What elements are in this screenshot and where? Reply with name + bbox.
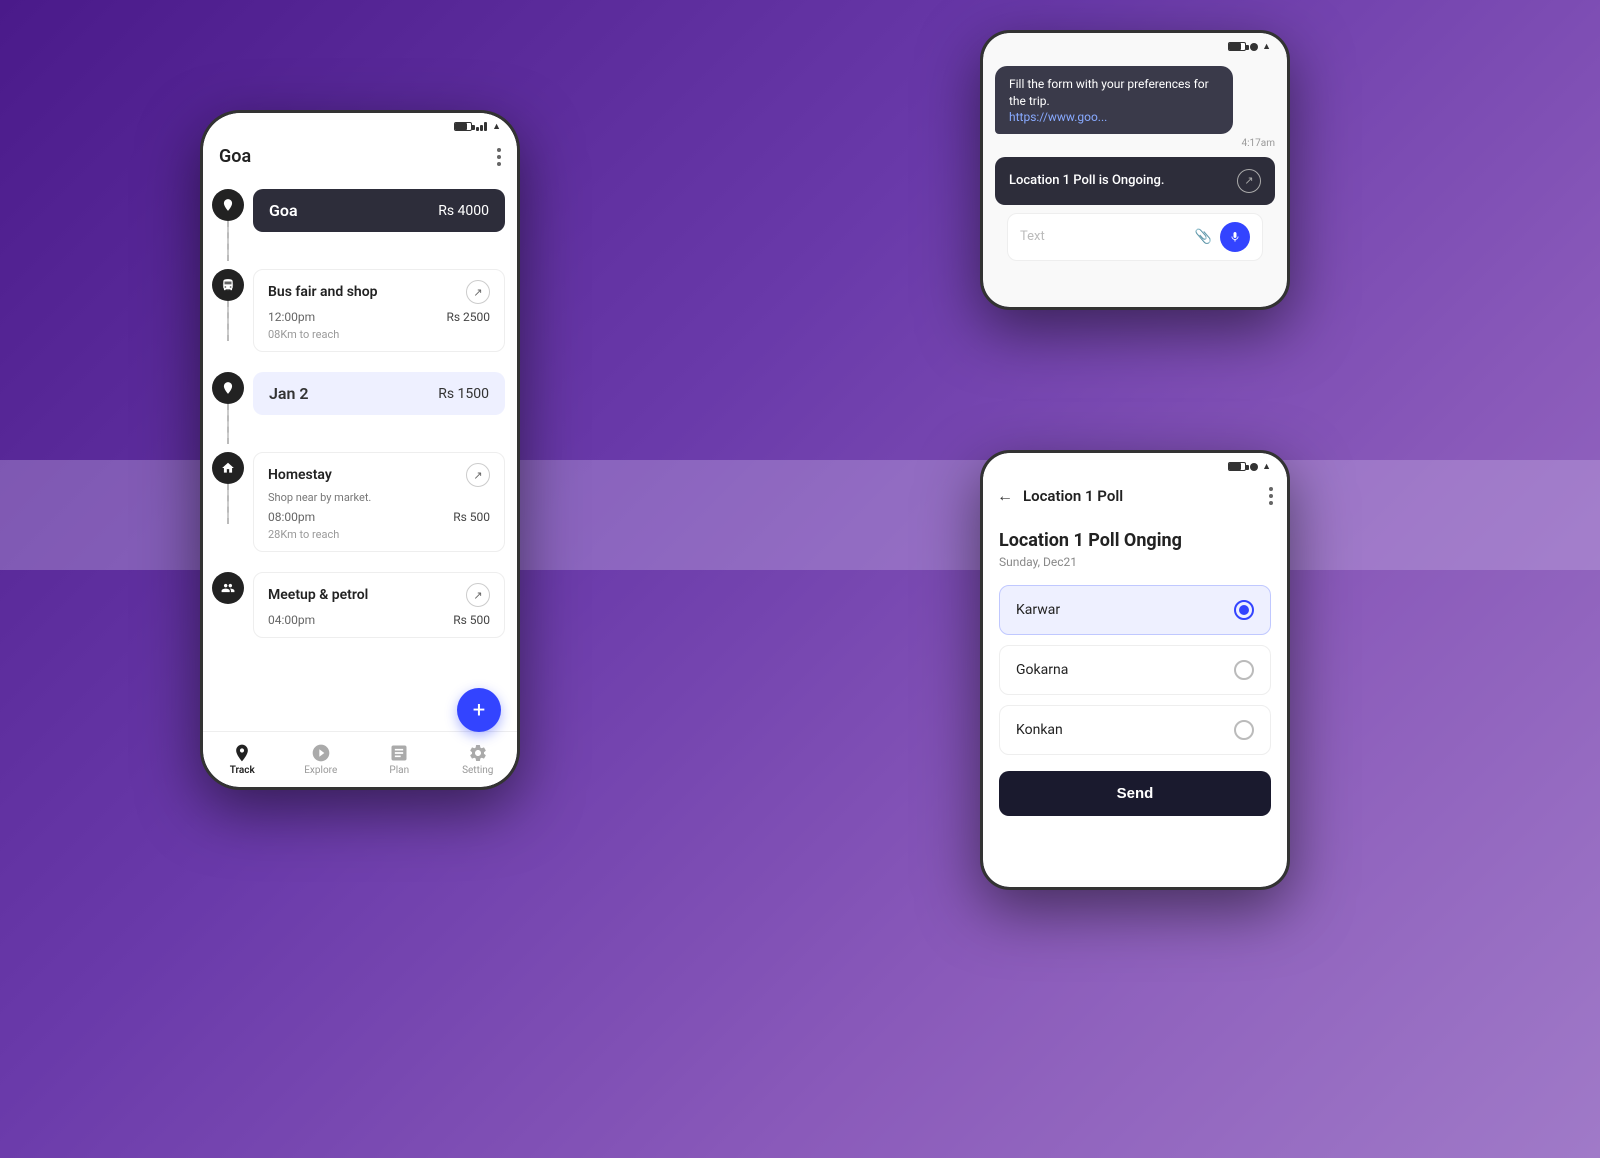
destination-goa-card[interactable]: Goa Rs 4000	[253, 189, 505, 232]
timeline-item-homestay: Homestay ↗ Shop near by market. 08:00pm …	[203, 448, 517, 568]
phone-poll: ▲ ← Location 1 Poll Location 1 Poll Ongi…	[980, 450, 1290, 890]
battery-icon-3	[1228, 462, 1246, 471]
signal-icon	[476, 122, 488, 131]
attachment-icon: 📎	[1195, 229, 1212, 245]
timeline-item-goa: Goa Rs 4000	[203, 185, 517, 265]
radio-gokarna	[1234, 660, 1254, 680]
timeline-item-jan2: Jan 2 Rs 1500	[203, 368, 517, 448]
explore-icon	[311, 743, 331, 763]
wifi-icon-2: ▲	[1262, 41, 1271, 52]
bottom-nav: Track Explore Plan Setting	[203, 731, 517, 787]
poll-more-options[interactable]	[1269, 487, 1273, 505]
dot-icon-3	[1250, 463, 1258, 471]
status-bar-3: ▲	[983, 453, 1287, 476]
battery-icon-2	[1228, 42, 1246, 51]
poll-option-gokarna[interactable]: Gokarna	[999, 645, 1271, 695]
wifi-icon-3: ▲	[1262, 461, 1271, 472]
timeline-item-meetup: Meetup & petrol ↗ 04:00pm Rs 500	[203, 568, 517, 654]
back-button[interactable]: ←	[997, 486, 1013, 506]
timeline: Goa Rs 4000 Bus fair and shop	[203, 177, 517, 662]
poll-content: Location 1 Poll Onging Sunday, Dec21 Kar…	[983, 516, 1287, 830]
poll-option-karwar[interactable]: Karwar	[999, 585, 1271, 635]
poll-header: ← Location 1 Poll	[983, 476, 1287, 516]
nav-plan-label: Plan	[389, 765, 409, 776]
radio-konkan	[1234, 720, 1254, 740]
home-dot	[212, 452, 244, 484]
dot-icon	[1250, 43, 1258, 51]
activity-arrow-icon-3: ↗	[466, 583, 490, 607]
nav-explore-label: Explore	[304, 765, 337, 776]
activity-meetup-card[interactable]: Meetup & petrol ↗ 04:00pm Rs 500	[253, 572, 505, 638]
nav-track-label: Track	[230, 765, 255, 776]
timeline-item-bus: Bus fair and shop ↗ 12:00pm Rs 2500 08Km…	[203, 265, 517, 368]
status-bar-2: ▲	[983, 33, 1287, 56]
activity-arrow-icon: ↗	[466, 280, 490, 304]
poll-arrow-button[interactable]: ↗	[1237, 169, 1261, 193]
wifi-icon: ▲	[492, 121, 501, 132]
app-header: Goa	[203, 136, 517, 177]
poll-header-title: Location 1 Poll	[1023, 487, 1123, 505]
activity-arrow-icon-2: ↗	[466, 463, 490, 487]
settings-icon	[468, 743, 488, 763]
poll-main-title: Location 1 Poll Onging	[999, 530, 1271, 551]
location-dot	[212, 189, 244, 221]
activity-homestay-card[interactable]: Homestay ↗ Shop near by market. 08:00pm …	[253, 452, 505, 552]
nav-plan[interactable]: Plan	[360, 743, 439, 776]
app-title: Goa	[219, 146, 251, 167]
send-button[interactable]: Send	[999, 771, 1271, 816]
destination-jan2-card[interactable]: Jan 2 Rs 1500	[253, 372, 505, 415]
text-input-placeholder: Text	[1020, 229, 1045, 244]
people-dot	[212, 572, 244, 604]
plan-icon	[389, 743, 409, 763]
status-bar-1: ▲	[203, 113, 517, 136]
poll-ongoing-bar[interactable]: Location 1 Poll is Ongoing. ↗	[995, 157, 1275, 205]
chat-timestamp: 4:17am	[995, 138, 1275, 149]
poll-option-konkan[interactable]: Konkan	[999, 705, 1271, 755]
battery-icon	[454, 122, 472, 131]
more-options-button[interactable]	[497, 148, 501, 166]
bus-dot	[212, 269, 244, 301]
nav-setting[interactable]: Setting	[439, 743, 518, 776]
track-icon	[232, 743, 252, 763]
mic-button[interactable]	[1220, 222, 1250, 252]
nav-explore[interactable]: Explore	[282, 743, 361, 776]
activity-bus-card[interactable]: Bus fair and shop ↗ 12:00pm Rs 2500 08Km…	[253, 269, 505, 352]
phone-track: ▲ Goa Goa	[200, 110, 520, 790]
location-dot-2	[212, 372, 244, 404]
poll-date: Sunday, Dec21	[999, 555, 1271, 569]
chat-area: Fill the form with your preferences for …	[983, 56, 1287, 271]
chat-bubble: Fill the form with your preferences for …	[995, 66, 1233, 134]
phone-chat: ▲ Fill the form with your preferences fo…	[980, 30, 1290, 310]
radio-karwar	[1234, 600, 1254, 620]
add-fab-button[interactable]: +	[457, 688, 501, 732]
chat-text-input[interactable]: Text 📎	[1007, 213, 1263, 261]
nav-setting-label: Setting	[462, 765, 493, 776]
nav-track[interactable]: Track	[203, 743, 282, 776]
